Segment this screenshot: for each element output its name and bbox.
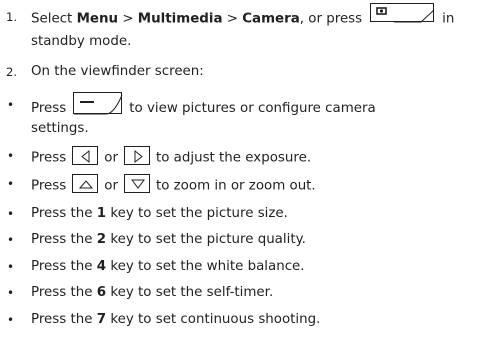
bullet-text: key to set continuous shooting. — [106, 312, 321, 327]
key-number: 4 — [96, 259, 107, 274]
bullet-icon: • — [7, 177, 15, 191]
step-text: , or press — [299, 11, 363, 27]
step-text: On the viewfinder screen: — [31, 64, 204, 79]
bullet-icon: • — [7, 286, 15, 300]
left-arrow-key-icon — [72, 146, 99, 165]
bullet-icon: • — [7, 260, 15, 274]
key-number: 2 — [96, 232, 107, 247]
separator: > — [222, 11, 243, 27]
bullet-text: key to set the picture size. — [106, 206, 288, 221]
bullet-text: to zoom in or zoom out. — [155, 178, 316, 194]
bullet-text: key to set the self-timer. — [106, 285, 274, 300]
step-text: standby mode. — [31, 34, 132, 49]
bullet-text: Press the — [31, 312, 97, 327]
key-number: 7 — [96, 312, 107, 327]
right-arrow-key-icon — [123, 146, 150, 165]
bullet-text: key to set the white balance. — [106, 259, 305, 274]
bullet-text: Press — [31, 101, 67, 116]
bullet-text: to adjust the exposure. — [155, 150, 312, 166]
bullet-icon: • — [7, 313, 15, 327]
bullet-text: Press the — [31, 259, 97, 274]
separator: > — [118, 11, 138, 27]
bullet-icon: • — [7, 207, 15, 221]
step-number: 2. — [6, 65, 17, 79]
bullet-text: settings. — [31, 121, 89, 136]
bullet-text: Press the — [31, 285, 97, 300]
camera-label: Camera — [242, 11, 300, 27]
multimedia-label: Multimedia — [137, 11, 223, 27]
camera-key-icon — [370, 3, 435, 23]
bullet-text: key to set the picture quality. — [106, 232, 306, 247]
bullet-text: to view pictures or configure camera — [129, 101, 376, 116]
step-text: in — [442, 11, 455, 27]
bullet-icon: • — [7, 149, 15, 163]
bullet-text: Press — [31, 178, 67, 194]
up-arrow-key-icon — [72, 174, 99, 193]
down-arrow-key-icon — [123, 174, 150, 193]
step-text: Select — [31, 11, 73, 27]
bullet-text: Press the — [31, 232, 97, 247]
bullet-icon: • — [7, 233, 15, 247]
bullet-text: Press — [31, 150, 67, 166]
menu-label: Menu — [76, 11, 119, 27]
key-number: 1 — [96, 206, 107, 221]
bullet-text: or — [104, 150, 118, 166]
bullet-icon: • — [7, 98, 15, 112]
left-soft-key-icon — [73, 92, 123, 115]
key-number: 6 — [96, 285, 107, 300]
bullet-text: Press the — [31, 206, 97, 221]
step-number: 1. — [6, 10, 17, 24]
bullet-text: or — [104, 178, 118, 194]
